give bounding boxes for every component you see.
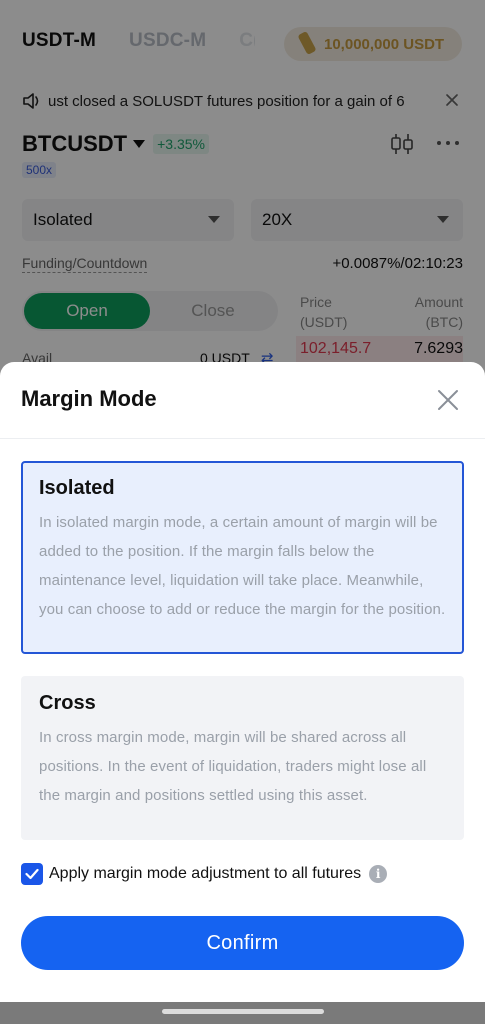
close-icon[interactable] — [434, 386, 462, 414]
divider — [0, 438, 485, 439]
apply-all-row: Apply margin mode adjustment to all futu… — [21, 862, 388, 886]
apply-all-checkbox[interactable] — [21, 863, 43, 885]
option-title: Isolated — [39, 477, 115, 499]
option-title: Cross — [39, 692, 96, 714]
confirm-button[interactable]: Confirm — [21, 916, 464, 970]
option-isolated[interactable]: Isolated In isolated margin mode, a cert… — [21, 461, 464, 654]
margin-mode-sheet: Margin Mode Isolated In isolated margin … — [0, 362, 485, 1002]
option-description: In cross margin mode, margin will be sha… — [39, 729, 427, 804]
apply-all-label[interactable]: Apply margin mode adjustment to all futu… — [49, 865, 361, 883]
sheet-title: Margin Mode — [21, 386, 157, 411]
home-indicator[interactable] — [162, 1009, 324, 1014]
option-description: In isolated margin mode, a certain amoun… — [39, 514, 446, 618]
checkmark-icon — [25, 868, 39, 880]
option-cross[interactable]: Cross In cross margin mode, margin will … — [21, 676, 464, 840]
info-icon[interactable]: i — [369, 865, 388, 883]
